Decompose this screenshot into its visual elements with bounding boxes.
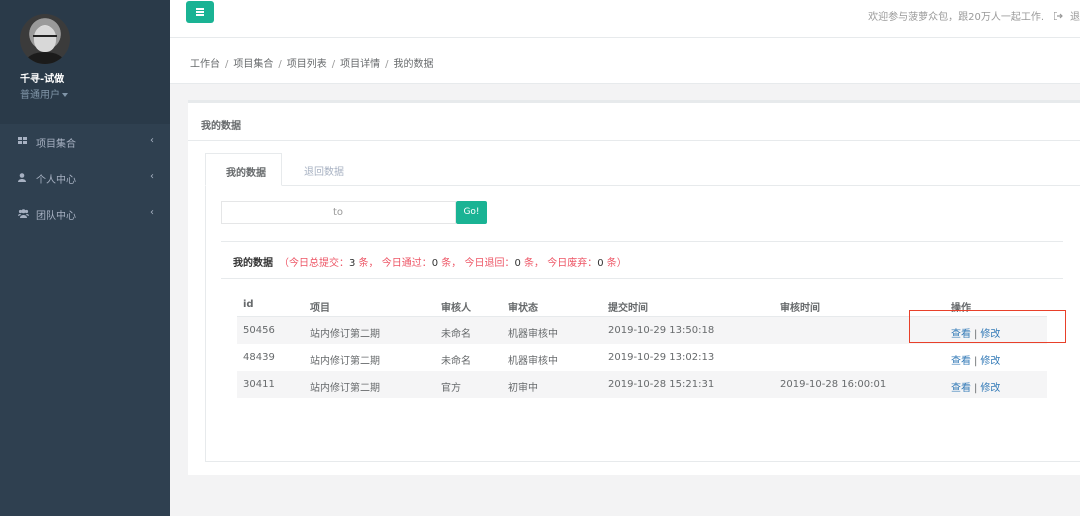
logout-link[interactable]: 退: [1053, 8, 1080, 23]
group-icon: [18, 209, 29, 219]
cell-project: 站内修订第二期: [310, 329, 380, 340]
summary-title: 我的数据: [233, 258, 273, 269]
sidebar-item-label: 项目集合: [36, 139, 76, 150]
edit-link[interactable]: 修改: [980, 383, 1000, 394]
cell-submitted-time: 2019-10-29 13:50:18: [608, 325, 715, 336]
sidebar-item-team[interactable]: 团队中心 ‹: [0, 196, 170, 232]
column-header: id: [243, 299, 254, 310]
sidebar-item-label: 团队中心: [36, 211, 76, 222]
divider: [221, 241, 1063, 242]
tab-my-data[interactable]: 我的数据: [205, 153, 282, 186]
breadcrumb-separator: /: [225, 59, 229, 70]
column-header: 审状态: [508, 303, 538, 314]
content-panel: 我的数据 我的数据 退回数据 to Go! 我的数据 （今日总提交：3 条， 今日…: [188, 100, 1080, 475]
breadcrumb-item[interactable]: 项目详情: [340, 59, 380, 70]
avatar-body: [26, 52, 64, 64]
cell-project: 站内修订第二期: [310, 383, 380, 394]
breadcrumb: 工作台 / 项目集合 / 项目列表 / 项目详情 / 我的数据: [190, 55, 434, 70]
edit-link[interactable]: 修改: [980, 356, 1000, 367]
cell-submitted-time: 2019-10-29 13:02:13: [608, 352, 715, 363]
logout-label: 退: [1070, 12, 1080, 23]
cell-reviewer: 官方: [441, 383, 461, 394]
stats-text: 条， 今日退回：: [438, 258, 515, 269]
cell-submitted-time: 2019-10-28 15:21:31: [608, 379, 715, 390]
date-from-input[interactable]: [221, 201, 349, 224]
stats-text: 条， 今日废弃：: [520, 258, 598, 269]
chevron-left-icon: ‹: [150, 171, 154, 182]
cell-reviewed-time: 2019-10-28 16:00:01: [780, 379, 887, 390]
breadcrumb-item[interactable]: 项目列表: [287, 59, 327, 70]
breadcrumb-separator: /: [278, 59, 282, 70]
breadcrumb-item[interactable]: 项目集合: [233, 59, 273, 70]
sidebar-item-projects[interactable]: 项目集合 ‹: [0, 124, 170, 160]
chevron-left-icon: ‹: [150, 135, 154, 146]
breadcrumb-item[interactable]: 工作台: [190, 59, 220, 70]
cell-project: 站内修订第二期: [310, 356, 380, 367]
cell-id: 48439: [243, 352, 275, 363]
user-name: 千寻-试做: [20, 74, 65, 85]
welcome-text: 欢迎参与菠萝众包，跟20万人一起工作.: [868, 12, 1044, 23]
avatar[interactable]: [20, 14, 70, 64]
user-role-label: 普通用户: [20, 90, 60, 101]
user-icon: [18, 173, 28, 183]
breadcrumb-separator: /: [331, 59, 336, 70]
to-label: to: [333, 207, 344, 218]
sidebar-item-label: 个人中心: [36, 175, 76, 186]
table-row: 48439 站内修订第二期 未命名 机器审核中 2019-10-29 13:02…: [237, 344, 1047, 371]
tab-label: 我的数据: [226, 168, 266, 179]
cell-reviewer: 未命名: [441, 356, 471, 367]
cell-reviewer: 未命名: [441, 329, 471, 340]
caret-down-icon: [62, 93, 68, 97]
cell-id: 30411: [243, 379, 275, 390]
column-header: 提交时间: [608, 303, 648, 314]
summary-stats: （今日总提交：3 条， 今日通过：0 条， 今日退回：0 条， 今日废弃：0 条…: [279, 258, 627, 269]
view-link[interactable]: 查看: [951, 356, 971, 367]
breadcrumb-current: 我的数据: [393, 59, 434, 70]
sign-out-icon: [1053, 11, 1066, 23]
column-header: 审核人: [441, 303, 471, 314]
summary-line: 我的数据 （今日总提交：3 条， 今日通过：0 条， 今日退回：0 条， 今日废弃…: [233, 254, 627, 269]
highlight-annotation-box: [909, 310, 1066, 343]
cell-status: 机器审核中: [508, 356, 558, 367]
divider: [221, 278, 1063, 279]
breadcrumb-bar: 工作台 / 项目集合 / 项目列表 / 项目详情 / 我的数据: [170, 38, 1080, 84]
top-navbar: 欢迎参与菠萝众包，跟20万人一起工作. 退: [170, 0, 1080, 38]
sidebar-item-personal[interactable]: 个人中心 ‹: [0, 160, 170, 196]
go-button[interactable]: Go!: [456, 201, 487, 224]
avatar-glasses: [33, 35, 57, 40]
cell-id: 50456: [243, 325, 275, 336]
action-separator: |: [974, 356, 978, 367]
cell-actions: 查看 | 修改: [951, 352, 1000, 367]
stats-text: （今日总提交：: [279, 258, 349, 269]
stats-text: 条， 今日通过：: [355, 258, 432, 269]
tab-label: 退回数据: [304, 167, 344, 178]
hamburger-line: [196, 8, 204, 10]
hamburger-line: [196, 14, 204, 16]
cell-actions: 查看 | 修改: [951, 379, 1000, 394]
date-to-input[interactable]: [346, 201, 456, 224]
chevron-left-icon: ‹: [150, 207, 154, 218]
action-separator: |: [974, 383, 978, 394]
sidebar: 千寻-试做 普通用户 项目集合 ‹ 个人中心 ‹ 团队中心 ‹: [0, 0, 170, 516]
tab-returned-data[interactable]: 退回数据: [284, 153, 364, 186]
user-role-dropdown[interactable]: 普通用户: [20, 86, 68, 101]
cell-status: 初审中: [508, 383, 538, 394]
breadcrumb-separator: /: [385, 59, 389, 70]
panel-title: 我的数据: [201, 121, 241, 132]
cell-status: 机器审核中: [508, 329, 558, 340]
hamburger-line: [196, 11, 204, 13]
profile-section: 千寻-试做 普通用户: [0, 0, 170, 124]
column-header: 审核时间: [780, 303, 820, 314]
grid-icon: [18, 137, 28, 147]
stats-text: 条）: [603, 258, 627, 269]
view-link[interactable]: 查看: [951, 383, 971, 394]
menu-toggle-button[interactable]: [186, 1, 214, 23]
divider: [188, 140, 1080, 141]
column-header: 项目: [310, 303, 330, 314]
table-row: 30411 站内修订第二期 官方 初审中 2019-10-28 15:21:31…: [237, 371, 1047, 398]
